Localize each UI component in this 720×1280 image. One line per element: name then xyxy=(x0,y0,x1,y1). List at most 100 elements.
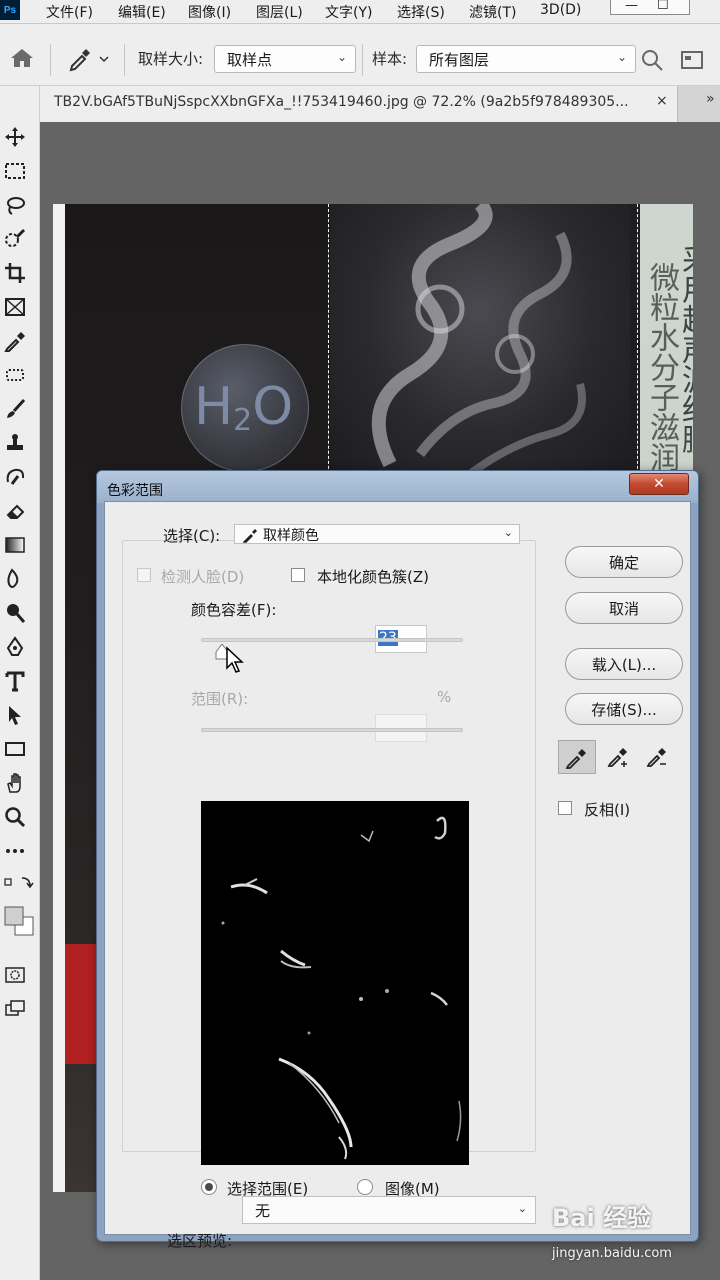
move-tool-icon[interactable] xyxy=(2,124,28,150)
eraser-tool-icon[interactable] xyxy=(2,498,28,524)
chevron-down-icon: ⌄ xyxy=(336,50,347,64)
localized-clusters-checkbox[interactable] xyxy=(291,568,305,582)
pen-tool-icon[interactable] xyxy=(2,634,28,660)
document-tab-title: TB2V.bGAf5TBuNjSspcXXbnGFXa_!!753419460.… xyxy=(54,94,629,110)
eyedropper-icon xyxy=(565,749,586,769)
menu-select[interactable]: 选择(S) xyxy=(397,2,445,22)
select-value: 取样颜色 xyxy=(263,528,319,544)
baidu-watermark: Bai 经验 jingyan.baidu.com xyxy=(552,1198,718,1268)
sample-size-value: 取样点 xyxy=(227,51,273,69)
save-button[interactable]: 存储(S)... xyxy=(565,693,683,725)
watermark-url: jingyan.baidu.com xyxy=(552,1246,672,1261)
radio-selection[interactable] xyxy=(201,1179,217,1195)
range-slider xyxy=(201,728,463,732)
menu-bar: Ps 文件(F) 编辑(E) 图像(I) 图层(L) 文字(Y) 选择(S) 滤… xyxy=(0,0,720,24)
menu-image[interactable]: 图像(I) xyxy=(188,2,231,22)
selection-preview-value: 无 xyxy=(255,1202,271,1220)
clone-stamp-tool-icon[interactable] xyxy=(2,430,28,456)
menu-3d[interactable]: 3D(D) xyxy=(540,2,581,18)
panel-toggle-icon[interactable] xyxy=(680,50,704,70)
brush-tool-icon[interactable] xyxy=(2,396,28,422)
eyedropper-icon xyxy=(243,529,257,543)
eyedropper-subtract-button[interactable] xyxy=(639,740,677,774)
invert-label: 反相(I) xyxy=(584,801,631,819)
swap-colors-icon[interactable] xyxy=(2,872,36,898)
ok-button[interactable]: 确定 xyxy=(565,546,683,578)
sample-label: 样本: xyxy=(372,50,408,68)
load-button[interactable]: 载入(L)... xyxy=(565,648,683,680)
frame-tool-icon[interactable] xyxy=(2,294,28,320)
menu-edit[interactable]: 编辑(E) xyxy=(118,2,166,22)
eyedropper-tool-icon[interactable] xyxy=(2,328,28,354)
eyedropper-add-button[interactable] xyxy=(600,740,638,774)
search-icon[interactable] xyxy=(640,48,664,72)
document-tab[interactable]: TB2V.bGAf5TBuNjSspcXXbnGFXa_!!753419460.… xyxy=(40,86,678,122)
selection-preview-label: 选区预览: xyxy=(167,1232,233,1250)
dodge-tool-icon[interactable] xyxy=(2,600,28,626)
radio-image[interactable] xyxy=(357,1179,373,1195)
detect-faces-label: 检测人脸(D) xyxy=(161,568,245,586)
menu-filter[interactable]: 滤镜(T) xyxy=(469,2,516,22)
window-controls: — ☐ xyxy=(610,0,690,15)
type-tool-icon[interactable] xyxy=(2,668,28,694)
h2o-2: 2 xyxy=(233,403,253,438)
document-tab-bar: TB2V.bGAf5TBuNjSspcXXbnGFXa_!!753419460.… xyxy=(40,86,720,122)
more-tools-icon[interactable] xyxy=(2,838,28,864)
dialog-title-bar[interactable]: 色彩范围 ✕ xyxy=(97,471,698,503)
cancel-button[interactable]: 取消 xyxy=(565,592,683,624)
eyedropper-plus-icon xyxy=(607,748,627,767)
selection-preview-dropdown[interactable]: 无 ⌄ xyxy=(242,1196,536,1224)
photoshop-logo: Ps xyxy=(0,0,20,20)
close-icon[interactable]: × xyxy=(656,93,668,109)
range-unit: % xyxy=(437,688,452,706)
quick-mask-icon[interactable] xyxy=(2,962,28,988)
blur-tool-icon[interactable] xyxy=(2,566,28,592)
h2o-o: O xyxy=(252,377,294,437)
sample-value: 所有图层 xyxy=(429,51,490,69)
history-brush-tool-icon[interactable] xyxy=(2,464,28,490)
gradient-tool-icon[interactable] xyxy=(2,532,28,558)
sample-size-label: 取样大小: xyxy=(138,50,204,68)
color-swatches[interactable] xyxy=(2,904,38,940)
healing-brush-tool-icon[interactable] xyxy=(2,362,28,388)
path-selection-tool-icon[interactable] xyxy=(2,702,28,728)
sample-size-select[interactable]: 取样点 ⌄ xyxy=(214,45,356,73)
tab-overflow-icon[interactable]: » xyxy=(706,91,715,107)
eyedropper-tool-preset[interactable] xyxy=(64,44,114,74)
options-bar: 取样大小: 取样点 ⌄ 样本: 所有图层 ⌄ xyxy=(0,24,720,86)
h2o-label: H2O xyxy=(194,377,293,438)
close-button[interactable]: ✕ xyxy=(629,473,689,495)
rectangle-tool-icon[interactable] xyxy=(2,736,28,762)
tools-panel xyxy=(0,86,40,1280)
eyedropper-sample-button[interactable] xyxy=(558,740,596,774)
eyedropper-minus-icon xyxy=(646,748,666,767)
hand-tool-icon[interactable] xyxy=(2,770,28,796)
menu-type[interactable]: 文字(Y) xyxy=(325,2,372,22)
crop-tool-icon[interactable] xyxy=(2,260,28,286)
color-range-dialog: 色彩范围 ✕ 选择(C): 取样颜色 ⌄ 检测人脸(D) 本地化颜色簇(Z) 颜… xyxy=(96,470,699,1250)
screen-mode-icon[interactable] xyxy=(2,996,28,1022)
menu-layer[interactable]: 图层(L) xyxy=(256,2,303,22)
image-vertical-text-1: 微粒水分子滋润 xyxy=(644,262,679,472)
zoom-tool-icon[interactable] xyxy=(2,804,28,830)
fuzziness-label: 颜色容差(F): xyxy=(191,601,277,619)
select-dropdown[interactable]: 取样颜色 ⌄ xyxy=(234,524,520,544)
invert-checkbox[interactable] xyxy=(558,801,572,815)
chevron-down-icon: ⌄ xyxy=(517,1202,527,1215)
quick-selection-tool-icon[interactable] xyxy=(2,226,28,252)
fuzziness-slider[interactable] xyxy=(201,638,463,642)
detect-faces-checkbox[interactable] xyxy=(137,568,151,582)
home-icon[interactable] xyxy=(10,48,34,68)
marquee-tool-icon[interactable] xyxy=(2,158,28,184)
maximize-icon[interactable]: ☐ xyxy=(657,0,669,13)
watermark-brand: Bai 经验 xyxy=(552,1204,652,1232)
minimize-icon[interactable]: — xyxy=(625,0,638,13)
lasso-tool-icon[interactable] xyxy=(2,192,28,218)
menu-file[interactable]: 文件(F) xyxy=(46,2,93,22)
selection-preview-image xyxy=(201,801,469,1165)
select-label: 选择(C): xyxy=(163,527,221,545)
dialog-title: 色彩范围 xyxy=(107,483,163,499)
sample-select[interactable]: 所有图层 ⌄ xyxy=(416,45,636,73)
range-label: 范围(R): xyxy=(191,690,249,708)
h2o-h: H xyxy=(194,377,234,437)
